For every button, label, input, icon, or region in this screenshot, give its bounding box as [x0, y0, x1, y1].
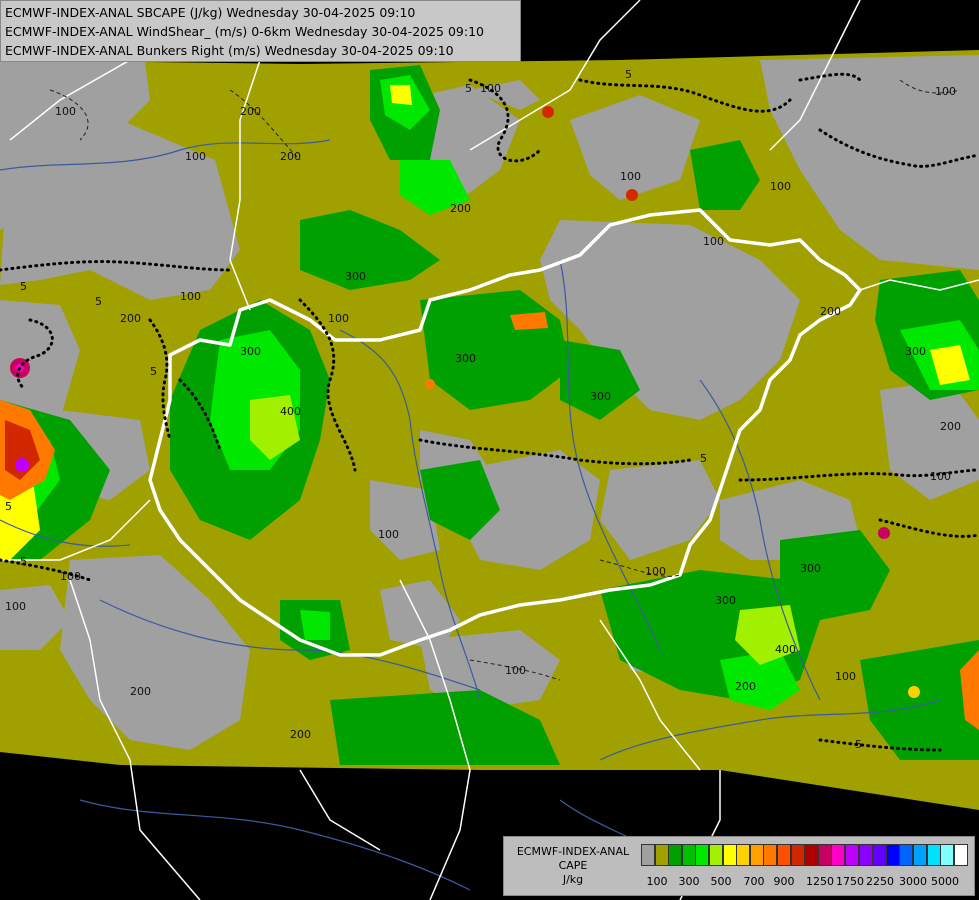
legend-tick-label: 2250 [866, 875, 894, 888]
legend-swatch [777, 844, 791, 866]
legend-swatch [926, 844, 941, 866]
contour-label: 100 [378, 528, 399, 541]
contour-label: 5 [95, 295, 102, 308]
contour-label: 100 [180, 290, 201, 303]
header-line-sbcape: ECMWF-INDEX-ANAL SBCAPE (J/kg) Wednesday… [5, 5, 416, 20]
contour-label: 200 [820, 305, 841, 318]
contour-label: 5 [855, 738, 862, 751]
contour-label: 200 [120, 312, 141, 325]
legend-swatch [749, 844, 764, 866]
legend-swatch [913, 844, 927, 866]
legend-tick-label: 700 [743, 875, 765, 888]
contour-label: 200 [940, 420, 961, 433]
map-header: ECMWF-INDEX-ANAL SBCAPE (J/kg) Wednesday… [0, 0, 521, 62]
contour-label: 100 [645, 565, 666, 578]
legend-swatch [953, 844, 968, 866]
legend-swatch [763, 844, 778, 866]
legend-swatch [872, 844, 887, 866]
contour-label: 200 [735, 680, 756, 693]
contour-label: 100 [185, 150, 206, 163]
contour-label: 100 [770, 180, 791, 193]
legend-swatch [695, 844, 710, 866]
contour-label: 5 [150, 365, 157, 378]
legend-swatch [641, 844, 655, 866]
legend-tick-label: 1250 [806, 875, 834, 888]
contour-label: 5 [5, 500, 12, 513]
legend-swatch [681, 844, 696, 866]
contour-label: 100 [55, 105, 76, 118]
legend-swatch [736, 844, 751, 866]
contour-label: 100 [835, 670, 856, 683]
contour-label: 300 [800, 562, 821, 575]
legend-swatch [817, 844, 832, 866]
contour-label: 300 [715, 594, 736, 607]
contour-label: 400 [775, 643, 796, 656]
legend-tick-label: 3000 [899, 875, 927, 888]
contour-label: 200 [290, 728, 311, 741]
contour-label: 100 [935, 85, 956, 98]
legend-swatch [790, 844, 805, 866]
legend-tick-label: 100 [646, 875, 668, 888]
contour-label: 100 [620, 170, 641, 183]
contour-label: 5 [700, 452, 707, 465]
contour-label: 100 [5, 600, 26, 613]
legend-source: ECMWF-INDEX-ANAL [516, 845, 630, 858]
header-line-bunkers: ECMWF-INDEX-ANAL Bunkers Right (m/s) Wed… [5, 43, 454, 58]
contour-label: 300 [590, 390, 611, 403]
contour-label: 300 [345, 270, 366, 283]
map-viewer: 100 100 100 100 100 100 100 100 100 100 … [0, 0, 979, 900]
contour-label: 100 [703, 235, 724, 248]
contour-label: 100 [480, 82, 501, 95]
legend-swatch [899, 844, 914, 866]
legend-swatch [940, 844, 955, 866]
header-line-windshear: ECMWF-INDEX-ANAL WindShear_ (m/s) 0-6km … [5, 24, 484, 39]
legend-swatch [668, 844, 683, 866]
contour-label: 200 [450, 202, 471, 215]
legend-tick-label: 1750 [836, 875, 864, 888]
contour-label: 5 [20, 555, 27, 568]
legend-swatch [845, 844, 859, 866]
legend-swatch [885, 844, 900, 866]
contour-label: 400 [280, 405, 301, 418]
legend-title: ECMWF-INDEX-ANAL CAPE J/kg [508, 845, 638, 887]
contour-label: 5 [20, 280, 27, 293]
legend-tick-label: 300 [678, 875, 700, 888]
legend-swatch [709, 844, 723, 866]
contour-label: 100 [60, 570, 81, 583]
legend-swatch [858, 844, 873, 866]
legend-variable: CAPE [558, 859, 588, 872]
contour-label: 100 [930, 470, 951, 483]
legend-unit: J/kg [562, 873, 584, 886]
legend-tick-label: 5000 [931, 875, 959, 888]
contour-label: 200 [280, 150, 301, 163]
contour-label: 100 [328, 312, 349, 325]
contour-label: 5 [625, 68, 632, 81]
contour-label: 5 [465, 82, 472, 95]
contour-label: 300 [240, 345, 261, 358]
legend-swatch [722, 844, 737, 866]
legend-tick-label: 900 [773, 875, 795, 888]
legend-swatch [831, 844, 846, 866]
contour-label: 300 [905, 345, 926, 358]
contour-label: 200 [130, 685, 151, 698]
legend-swatch [654, 844, 669, 866]
contour-label: 300 [455, 352, 476, 365]
contour-label: 100 [505, 664, 526, 677]
cape-map: 100 100 100 100 100 100 100 100 100 100 … [0, 0, 979, 900]
legend-swatch [804, 844, 819, 866]
legend-tick-label: 500 [710, 875, 732, 888]
contour-label: 200 [240, 105, 261, 118]
